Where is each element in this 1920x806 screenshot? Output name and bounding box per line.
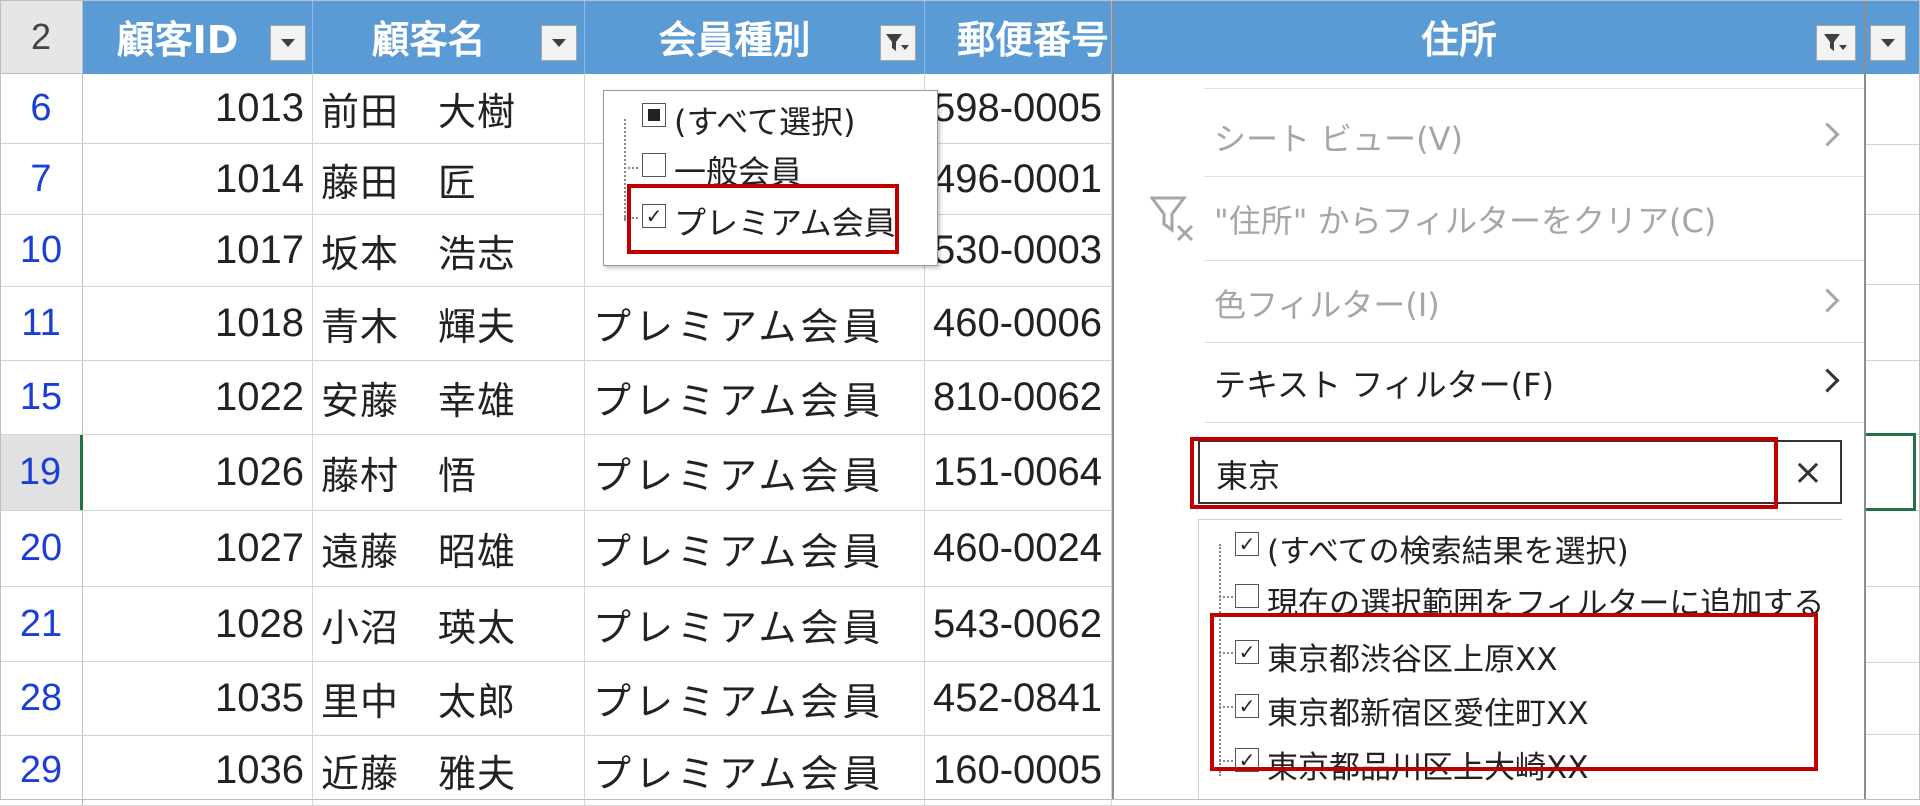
image-border: [0, 0, 1920, 800]
